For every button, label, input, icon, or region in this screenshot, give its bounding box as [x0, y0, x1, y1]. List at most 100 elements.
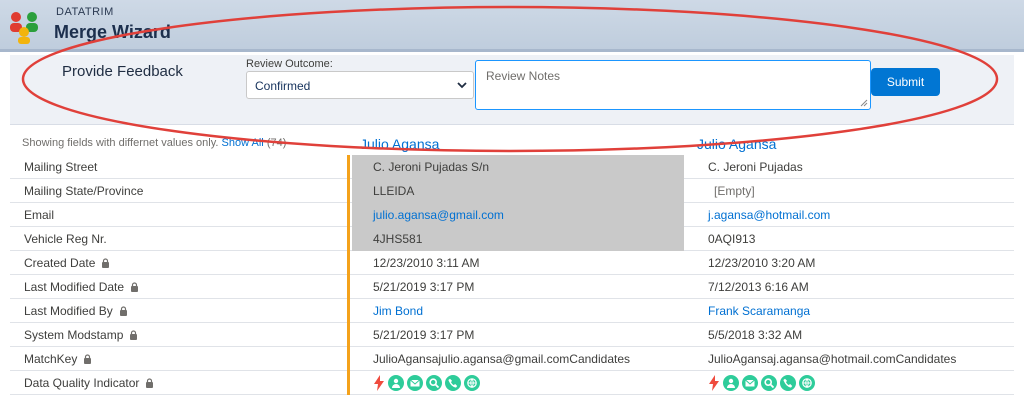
field-label: Created Date — [24, 256, 110, 270]
submit-button[interactable]: Submit — [871, 68, 940, 96]
field-label: System Modstamp — [24, 328, 138, 342]
lightning-icon — [708, 375, 720, 391]
record-b-value[interactable]: [Empty] — [698, 179, 1014, 203]
record-a-value[interactable]: JulioAgansajulio.agansa@gmail.comCandida… — [352, 347, 684, 371]
globe-icon[interactable] — [464, 375, 480, 391]
table-row: Vehicle Reg Nr. 4JHS581 0AQI913 — [10, 227, 1014, 251]
record-a-text: C. Jeroni Pujadas S/n — [373, 160, 490, 174]
review-outcome-value: Confirmed — [255, 79, 311, 93]
mail-icon[interactable] — [742, 375, 758, 391]
record-a-text[interactable]: Jim Bond — [373, 304, 423, 318]
field-label: Data Quality Indicator — [24, 376, 154, 390]
field-label-text: Vehicle Reg Nr. — [24, 232, 107, 246]
field-label: Last Modified Date — [24, 280, 139, 294]
table-row: Created Date 12/23/2010 3:11 AM 12/23/2010… — [10, 251, 1014, 275]
field-label: Mailing Street — [24, 160, 97, 174]
globe-icon[interactable] — [799, 375, 815, 391]
record-a-value[interactable]: C. Jeroni Pujadas S/n — [352, 155, 684, 179]
search-icon[interactable] — [426, 375, 442, 391]
record-b-value[interactable]: 7/12/2013 6:16 AM — [698, 275, 1014, 299]
review-notes-placeholder: Review Notes — [486, 69, 561, 83]
selection-bar — [347, 347, 350, 371]
table-row: Last Modified Date 5/21/2019 3:17 PM 7/12/… — [10, 275, 1014, 299]
person-icon[interactable] — [723, 375, 739, 391]
record-a-title[interactable]: Julio Agansa — [360, 136, 439, 152]
phone-icon[interactable] — [780, 375, 796, 391]
search-icon[interactable] — [761, 375, 777, 391]
lock-icon — [119, 305, 128, 316]
review-outcome-select[interactable]: Confirmed — [246, 71, 474, 99]
record-b-title[interactable]: Julio Agansa — [697, 136, 776, 152]
table-row: System Modstamp 5/21/2019 3:17 PM 5/5/2018… — [10, 323, 1014, 347]
feedback-title: Provide Feedback — [62, 63, 183, 80]
record-a-text: 5/21/2019 3:17 PM — [373, 328, 475, 342]
review-outcome-label: Review Outcome: — [246, 58, 333, 70]
record-a-value[interactable]: Jim Bond — [352, 299, 684, 323]
lock-icon — [145, 377, 154, 388]
record-b-text: 5/5/2018 3:32 AM — [708, 328, 803, 342]
record-b-value[interactable]: j.agansa@hotmail.com — [698, 203, 1014, 227]
field-label: MatchKey — [24, 352, 92, 366]
record-a-value[interactable]: 4JHS581 — [352, 227, 684, 251]
record-a-text: 12/23/2010 3:11 AM — [373, 256, 480, 270]
lightning-icon — [373, 375, 385, 391]
dq-icons-a — [373, 375, 684, 391]
field-label: Mailing State/Province — [24, 184, 143, 198]
merge-logo-icon — [10, 12, 38, 44]
table-row: MatchKey JulioAgansajulio.agansa@gmail.co… — [10, 347, 1014, 371]
field-label-text: Last Modified By — [24, 304, 113, 318]
record-b-value[interactable]: JulioAgansaj.agansa@hotmail.comCandidate… — [698, 347, 1014, 371]
record-a-value[interactable]: 5/21/2019 3:17 PM — [352, 323, 684, 347]
lock-icon — [129, 329, 138, 340]
selection-bar — [347, 179, 350, 203]
field-label-text: Mailing Street — [24, 160, 98, 174]
field-label-text: Created Date — [24, 256, 96, 270]
field-label: Vehicle Reg Nr. — [24, 232, 107, 246]
record-a-value[interactable]: 5/21/2019 3:17 PM — [352, 275, 684, 299]
record-b-text: C. Jeroni Pujadas — [708, 160, 803, 174]
selection-bar — [347, 203, 350, 227]
app-header: DATATRIM Merge Wizard — [0, 0, 1024, 52]
selection-bar — [347, 323, 350, 347]
record-b-value[interactable]: C. Jeroni Pujadas — [698, 155, 1014, 179]
record-b-text[interactable]: j.agansa@hotmail.com — [708, 208, 830, 222]
dq-icons-b — [708, 375, 1014, 391]
field-label: Email — [24, 208, 54, 222]
record-a-text[interactable]: julio.agansa@gmail.com — [373, 208, 504, 222]
table-row: Last Modified By Jim Bond Frank Scaramanga — [10, 299, 1014, 323]
table-row: Mailing Street C. Jeroni Pujadas S/n C. Je… — [10, 155, 1014, 179]
record-b-text: [Empty] — [714, 184, 755, 198]
field-label-text: Email — [24, 208, 55, 222]
phone-icon[interactable] — [445, 375, 461, 391]
selection-bar — [347, 371, 350, 395]
record-a-text: 4JHS581 — [373, 232, 423, 246]
table-row: Data Quality Indicator — [10, 371, 1014, 395]
record-b-text: 7/12/2013 6:16 AM — [708, 280, 809, 294]
field-label: Last Modified By — [24, 304, 128, 318]
field-label-text: System Modstamp — [24, 328, 124, 342]
person-icon[interactable] — [388, 375, 404, 391]
record-b-text: 0AQI913 — [708, 232, 756, 246]
record-a-value[interactable] — [352, 371, 684, 395]
table-row: Email julio.agansa@gmail.com j.agansa@hotm… — [10, 203, 1014, 227]
field-label-text: Data Quality Indicator — [24, 376, 140, 390]
resize-handle-icon[interactable] — [860, 99, 868, 107]
summary-text: Showing fields with differnet values onl… — [22, 137, 219, 149]
record-a-value[interactable]: 12/23/2010 3:11 AM — [352, 251, 684, 275]
record-b-value[interactable]: 0AQI913 — [698, 227, 1014, 251]
app-title: Merge Wizard — [54, 22, 171, 42]
record-b-text: JulioAgansaj.agansa@hotmail.comCandidate… — [708, 352, 957, 366]
chevron-down-icon — [457, 82, 467, 89]
record-b-text[interactable]: Frank Scaramanga — [708, 304, 810, 318]
mail-icon[interactable] — [407, 375, 423, 391]
record-b-value[interactable]: 12/23/2010 3:20 AM — [698, 251, 1014, 275]
record-b-value[interactable]: 5/5/2018 3:32 AM — [698, 323, 1014, 347]
show-all-link[interactable]: Show All — [222, 137, 264, 149]
record-a-value[interactable]: julio.agansa@gmail.com — [352, 203, 684, 227]
record-b-value[interactable] — [698, 371, 1014, 395]
record-b-text: 12/23/2010 3:20 AM — [708, 256, 816, 270]
record-a-value[interactable]: LLEIDA — [352, 179, 684, 203]
record-b-value[interactable]: Frank Scaramanga — [698, 299, 1014, 323]
field-label-text: Last Modified Date — [24, 280, 125, 294]
review-notes-textarea[interactable]: Review Notes — [475, 60, 871, 110]
